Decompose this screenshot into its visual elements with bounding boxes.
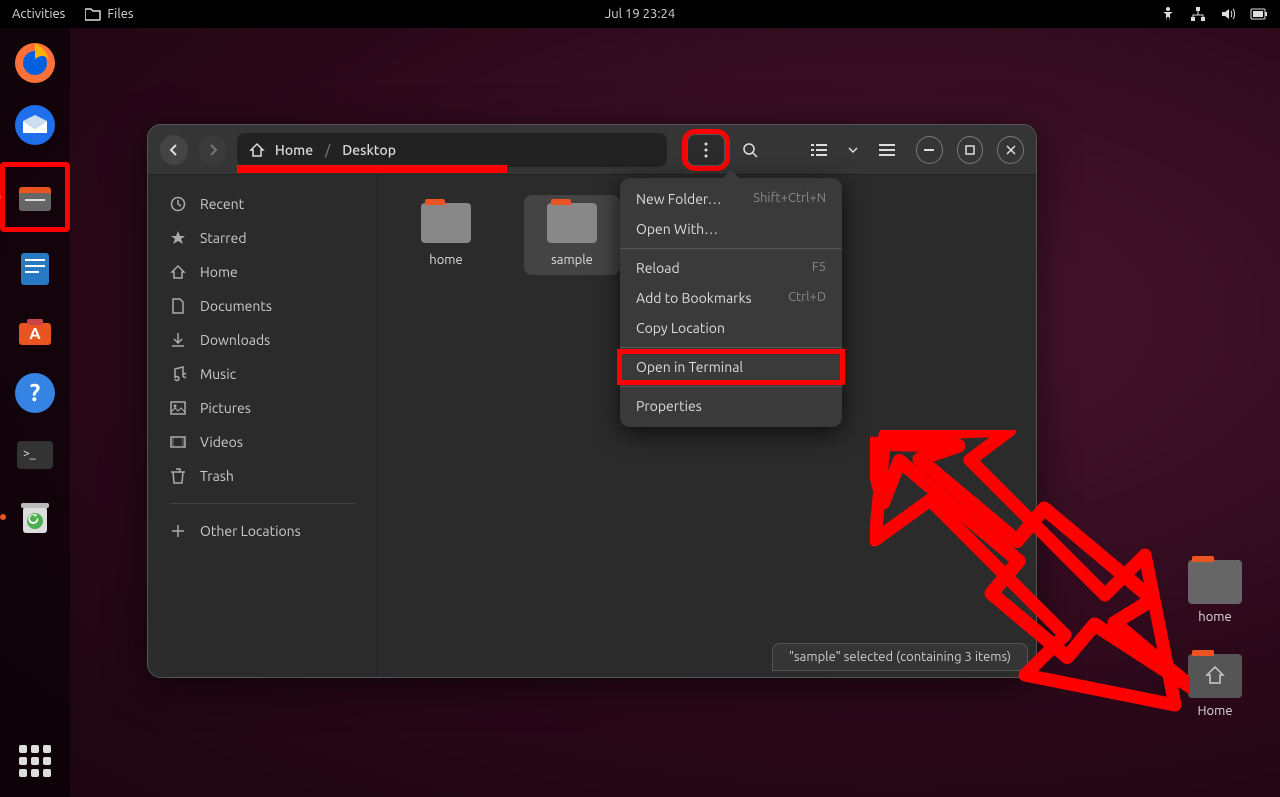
- desktop-icon-home-folder[interactable]: home: [1180, 560, 1250, 624]
- menu-item-open-terminal[interactable]: Open in Terminal: [620, 352, 842, 382]
- sidebar: Recent Starred Home Documents Downloads …: [148, 175, 378, 677]
- menu-separator: [620, 248, 842, 249]
- sidebar-item-other-locations[interactable]: Other Locations: [156, 514, 369, 548]
- menu-item-label: Reload: [636, 260, 680, 276]
- desktop-icon-label: home: [1198, 610, 1231, 624]
- menu-separator: [620, 347, 842, 348]
- maximize-button[interactable]: [957, 136, 984, 164]
- context-menu: New Folder… Shift+Ctrl+N Open With… Reloa…: [620, 178, 842, 427]
- dock-thunderbird[interactable]: [10, 100, 60, 150]
- desktop-icons: home Home: [1180, 560, 1250, 718]
- path-separator: /: [325, 142, 330, 158]
- menu-item-label: New Folder…: [636, 191, 722, 207]
- menu-item-label: Copy Location: [636, 320, 725, 336]
- dock-software[interactable]: A: [10, 306, 60, 356]
- dock-firefox[interactable]: [10, 38, 60, 88]
- menu-item-accel: Shift+Ctrl+N: [753, 191, 826, 207]
- show-applications-button[interactable]: [19, 745, 51, 777]
- menu-item-copy-location[interactable]: Copy Location: [620, 313, 842, 343]
- menu-item-properties[interactable]: Properties: [620, 391, 842, 421]
- dock-help[interactable]: ?: [10, 368, 60, 418]
- menu-item-accel: Ctrl+D: [788, 290, 826, 306]
- sidebar-item-downloads[interactable]: Downloads: [156, 323, 369, 357]
- menu-item-accel: F5: [812, 260, 826, 276]
- sidebar-item-videos[interactable]: Videos: [156, 425, 369, 459]
- menu-item-add-bookmark[interactable]: Add to Bookmarks Ctrl+D: [620, 283, 842, 313]
- dock-writer[interactable]: [10, 244, 60, 294]
- desktop-icon-label: Home: [1197, 704, 1232, 718]
- annotation-highlight: [237, 165, 507, 173]
- sidebar-item-label: Downloads: [200, 332, 270, 348]
- svg-text:A: A: [29, 325, 41, 343]
- folder-icon: [1188, 560, 1242, 604]
- path-bar[interactable]: Home / Desktop: [237, 133, 667, 167]
- sidebar-item-recent[interactable]: Recent: [156, 187, 369, 221]
- file-item-sample[interactable]: sample: [524, 195, 620, 275]
- sidebar-item-label: Documents: [200, 298, 272, 314]
- sidebar-item-label: Pictures: [200, 400, 251, 416]
- list-view-button[interactable]: [804, 134, 834, 166]
- headerbar: Home / Desktop: [148, 125, 1036, 175]
- menu-separator: [620, 386, 842, 387]
- sidebar-item-label: Videos: [200, 434, 243, 450]
- dock-trash[interactable]: [10, 492, 60, 542]
- sidebar-item-label: Music: [200, 366, 236, 382]
- sidebar-item-home[interactable]: Home: [156, 255, 369, 289]
- svg-text:>_: >_: [23, 447, 36, 460]
- file-item-label: sample: [551, 253, 593, 267]
- minimize-button[interactable]: [916, 136, 943, 164]
- forward-button[interactable]: [198, 135, 226, 165]
- battery-icon[interactable]: [1250, 8, 1268, 20]
- sidebar-item-trash[interactable]: Trash: [156, 459, 369, 493]
- sidebar-item-label: Home: [200, 264, 238, 280]
- back-button[interactable]: [160, 135, 188, 165]
- sidebar-item-documents[interactable]: Documents: [156, 289, 369, 323]
- network-icon[interactable]: [1190, 6, 1206, 22]
- menu-item-label: Add to Bookmarks: [636, 290, 752, 306]
- folder-icon: [1188, 654, 1242, 698]
- home-icon: [249, 142, 265, 158]
- search-button[interactable]: [735, 134, 765, 166]
- sidebar-item-starred[interactable]: Starred: [156, 221, 369, 255]
- file-item-label: home: [429, 253, 462, 267]
- menu-item-label: Open in Terminal: [636, 359, 743, 375]
- dock: A ? >_: [0, 28, 70, 797]
- activities-button[interactable]: Activities: [12, 7, 65, 21]
- accessibility-icon[interactable]: [1160, 6, 1176, 22]
- view-more-button[interactable]: [687, 134, 725, 166]
- dock-terminal[interactable]: >_: [10, 430, 60, 480]
- menu-item-new-folder[interactable]: New Folder… Shift+Ctrl+N: [620, 184, 842, 214]
- folder-icon: [421, 203, 471, 243]
- hamburger-menu-button[interactable]: [872, 134, 902, 166]
- app-menu[interactable]: Files: [85, 7, 133, 21]
- sidebar-item-label: Starred: [200, 230, 247, 246]
- folder-icon: [547, 203, 597, 243]
- menu-item-open-with[interactable]: Open With…: [620, 214, 842, 244]
- status-bar: "sample" selected (containing 3 items): [772, 643, 1028, 671]
- sidebar-divider: [170, 503, 355, 504]
- clock[interactable]: Jul 19 23:24: [605, 7, 675, 21]
- folder-icon: [85, 7, 101, 21]
- sidebar-item-label: Other Locations: [200, 523, 301, 539]
- menu-item-label: Open With…: [636, 221, 718, 237]
- top-panel: Activities Files Jul 19 23:24: [0, 0, 1280, 28]
- volume-icon[interactable]: [1220, 6, 1236, 22]
- sidebar-item-label: Trash: [200, 468, 234, 484]
- file-item-home[interactable]: home: [398, 195, 494, 275]
- sidebar-item-pictures[interactable]: Pictures: [156, 391, 369, 425]
- sidebar-item-music[interactable]: Music: [156, 357, 369, 391]
- menu-item-reload[interactable]: Reload F5: [620, 253, 842, 283]
- sidebar-item-label: Recent: [200, 196, 244, 212]
- app-menu-label: Files: [107, 7, 133, 21]
- files-window: Home / Desktop Recent Starred Home Docum…: [147, 124, 1037, 678]
- close-button[interactable]: [997, 136, 1024, 164]
- path-segment-current[interactable]: Desktop: [342, 142, 396, 158]
- path-segment-home[interactable]: Home: [275, 142, 313, 158]
- view-dropdown-button[interactable]: [845, 134, 862, 166]
- dock-files[interactable]: [0, 162, 70, 232]
- desktop-icon-home-link[interactable]: Home: [1180, 654, 1250, 718]
- svg-text:?: ?: [30, 379, 41, 406]
- menu-item-label: Properties: [636, 398, 702, 414]
